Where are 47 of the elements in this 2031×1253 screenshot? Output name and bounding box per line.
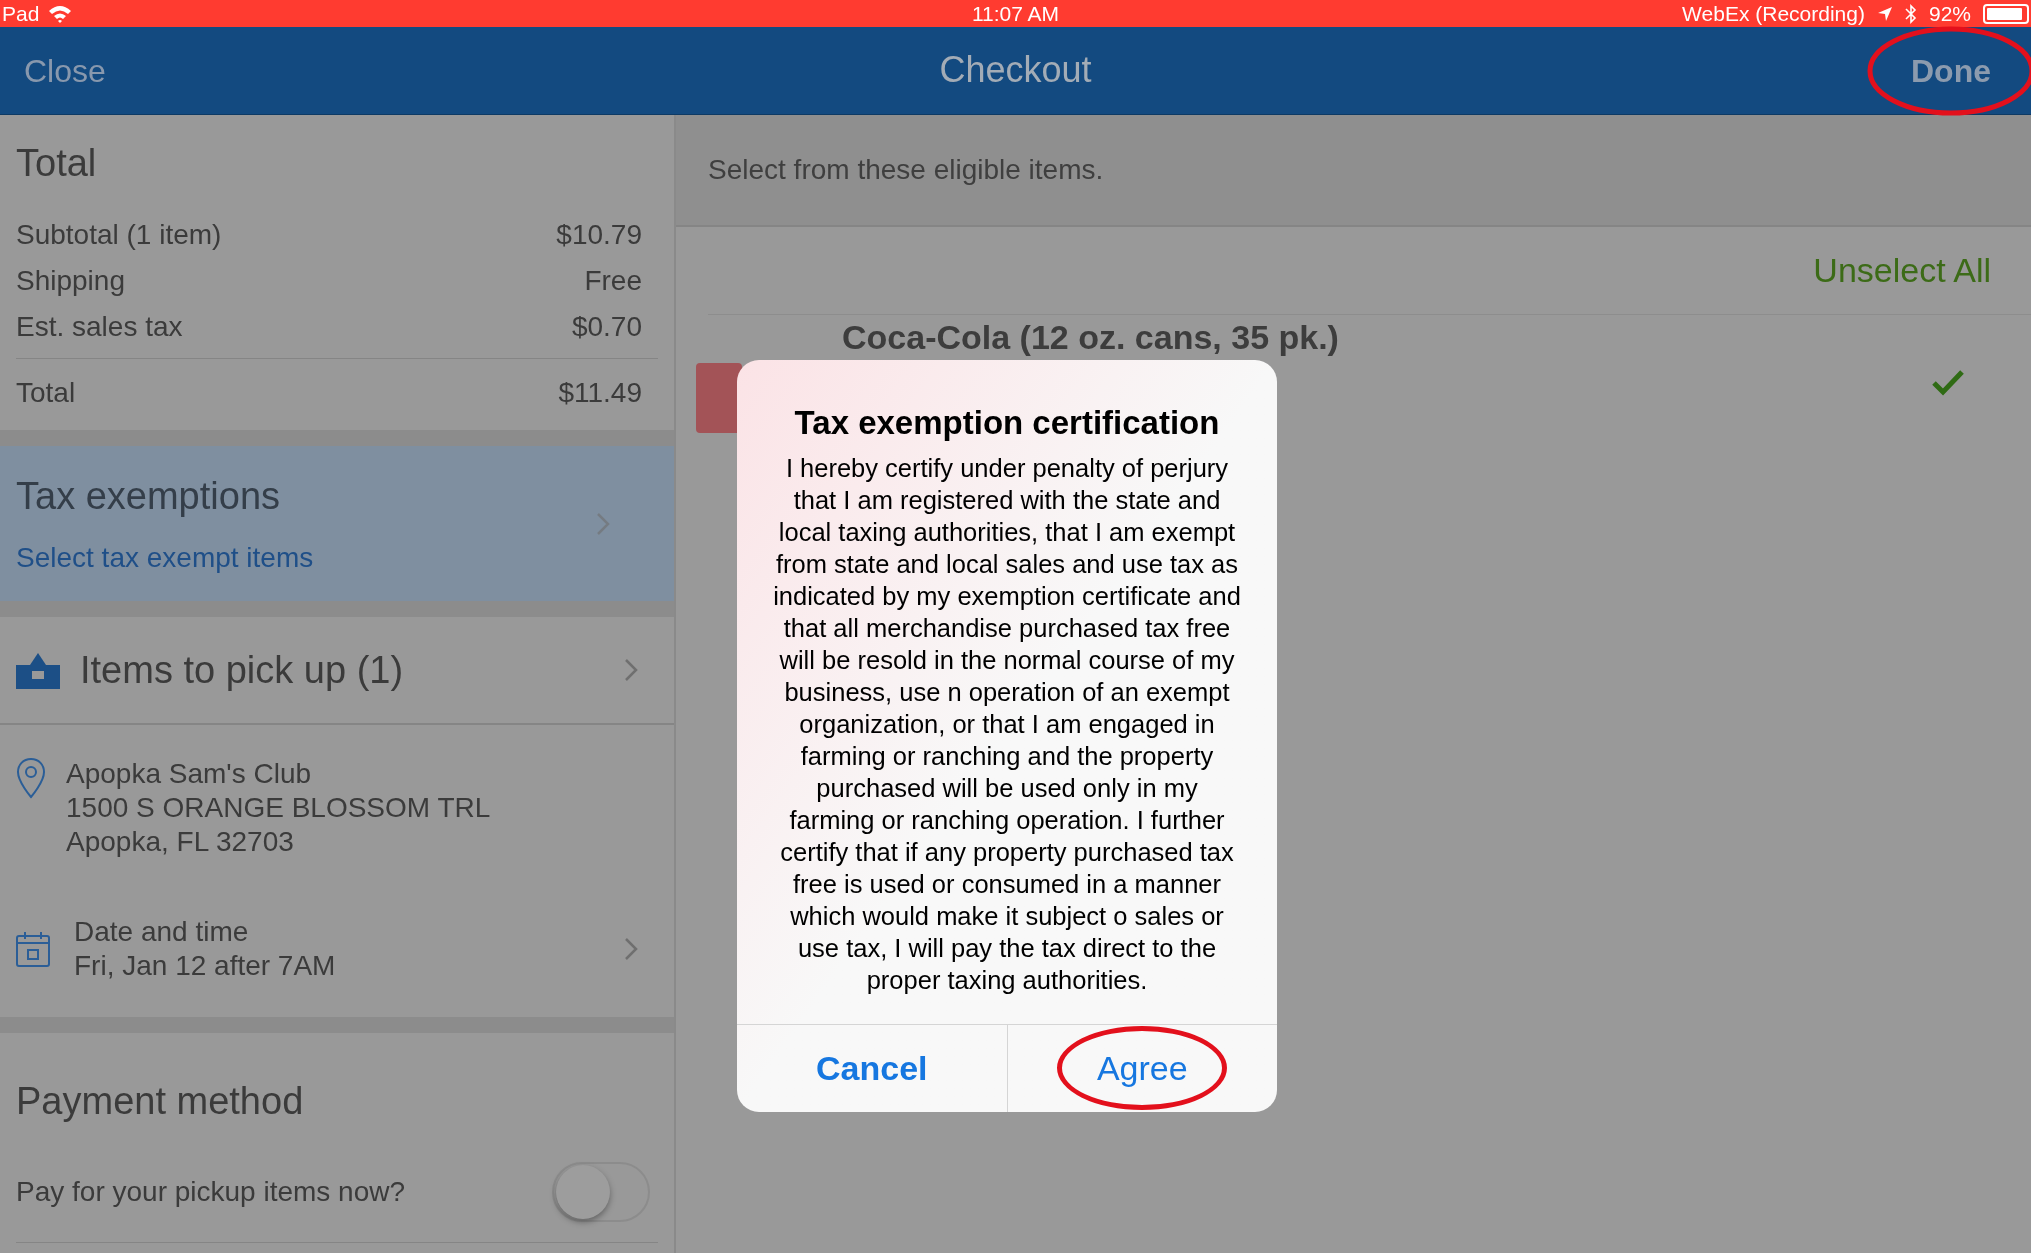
summary-value: $10.79 xyxy=(556,218,642,252)
store-address-line: 1500 S ORANGE BLOSSOM TRL xyxy=(66,791,491,825)
summary-value: $0.70 xyxy=(571,310,642,344)
section-heading: Payment method xyxy=(16,1079,305,1124)
pickup-row[interactable]: Items to pick up (1) xyxy=(0,617,674,725)
summary-label: Est. sales tax xyxy=(16,310,183,344)
store-name: Apopka Sam's Club xyxy=(66,757,313,791)
battery-percent-text: 92% xyxy=(1928,0,1971,27)
summary-label: Shipping xyxy=(16,264,125,298)
pickup-title: Items to pick up (1) xyxy=(80,647,404,693)
pay-now-label: Pay for your pickup items now? xyxy=(16,1175,406,1209)
item-name: Coca-Cola (12 oz. cans, 35 pk.) xyxy=(842,319,1339,355)
select-exempt-link[interactable]: Select tax exempt items xyxy=(16,537,314,579)
date-time-label: Date and time xyxy=(74,915,250,949)
total-value: $11.49 xyxy=(558,376,642,410)
location-arrow-icon xyxy=(1876,5,1893,22)
date-time-row[interactable]: Date and time Fri, Jan 12 after 7AM xyxy=(0,859,674,983)
chevron-right-icon xyxy=(624,937,638,961)
chevron-right-icon xyxy=(596,511,610,536)
recording-text: WebEx (Recording) xyxy=(1682,0,1865,27)
dialog-message: I hereby certify under penalty of perjury that I am registered with the state and local taxing authorities, that I am exempt from state and local sales and use tax as indicated by my exemption certificate and that all merchandise purchased tax free will be resold in the normal course of my business, use n operation of an exempt organization, or that I am engaged in farming or ranching and the property purchased will be used only in my farming or ranching operation. I further certify that if any property purchased tax free is used or consumed in a manner which would make it subject o sales or use tax, I will pay the tax direct to the proper taxing authorities. xyxy=(773,452,1241,996)
clock-text: 11:07 AM xyxy=(971,0,1060,27)
carrier-text: Pad xyxy=(2,0,40,27)
location-pin-icon xyxy=(16,757,46,799)
chevron-right-icon xyxy=(624,658,638,682)
product-photo-placeholder xyxy=(696,363,742,433)
tax-exemptions-title: Tax exemptions xyxy=(16,474,281,519)
bluetooth-icon xyxy=(1904,3,1917,24)
page-title: Checkout xyxy=(939,48,1092,92)
unselect-all-button[interactable]: Unselect All xyxy=(1813,245,1991,296)
wifi-icon xyxy=(47,3,74,24)
summary-value: Free xyxy=(584,264,642,298)
section-heading: Total xyxy=(16,141,98,186)
dialog-button[interactable]: Cancel xyxy=(786,1026,957,1110)
eligible-items-prompt: Select from these eligible items. xyxy=(708,153,1104,187)
calendar-icon xyxy=(16,931,50,967)
date-time-value: Fri, Jan 12 after 7AM xyxy=(74,949,336,983)
summary-label: Subtotal (1 item) xyxy=(16,218,222,252)
battery-icon xyxy=(1983,3,2029,24)
total-label: Total xyxy=(16,376,76,410)
store-pickup-icon xyxy=(16,651,60,689)
close-button[interactable]: Close xyxy=(24,46,106,95)
store-address-line: Apopka, FL 32703 xyxy=(66,825,295,859)
pay-now-switch[interactable] xyxy=(552,1162,650,1222)
dialog-title: Tax exemption certification xyxy=(794,403,1220,443)
tax-exemptions-row[interactable]: Tax exemptions Select tax exempt items xyxy=(0,446,674,601)
dialog-button[interactable]: Agree xyxy=(1057,1026,1228,1110)
